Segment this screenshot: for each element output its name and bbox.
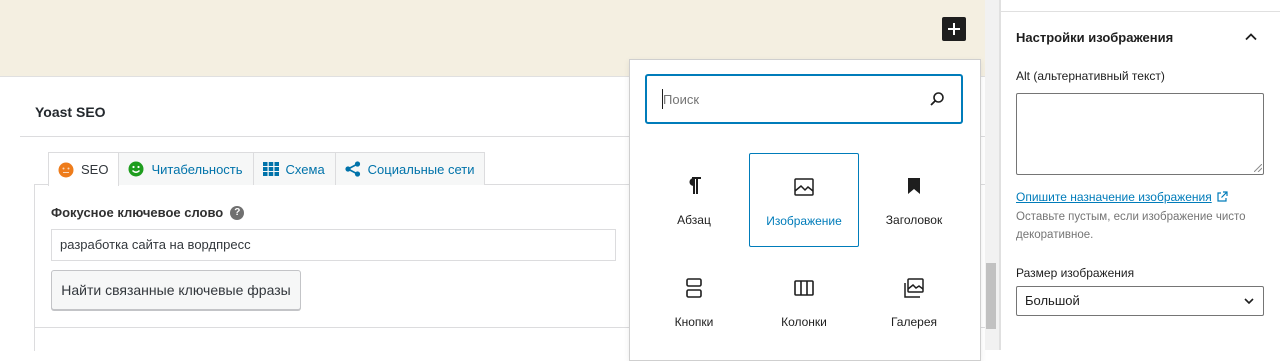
alt-text-label: Alt (альтернативный текст) xyxy=(1016,69,1165,83)
block-label: Заголовок xyxy=(885,213,943,227)
yoast-tabs: SEO Читабельность Схема Социальные сети xyxy=(48,152,486,186)
block-label: Галерея xyxy=(890,315,938,329)
columns-icon xyxy=(794,277,814,299)
block-paragraph[interactable]: Абзац xyxy=(639,153,749,247)
scrollbar-thumb[interactable] xyxy=(986,263,996,329)
paragraph-icon xyxy=(685,175,703,197)
grid-icon xyxy=(262,161,279,177)
block-image[interactable]: Изображение xyxy=(749,153,859,247)
block-heading[interactable]: Заголовок xyxy=(859,153,969,247)
block-label: Кнопки xyxy=(674,315,714,329)
block-buttons[interactable]: Кнопки xyxy=(639,255,749,349)
search-icon xyxy=(930,92,944,106)
block-search-field[interactable] xyxy=(645,74,963,124)
tab-schema[interactable]: Схема xyxy=(252,152,336,185)
help-icon[interactable]: ? xyxy=(230,205,245,220)
smiley-icon xyxy=(128,161,144,177)
alt-text-field[interactable] xyxy=(1016,93,1264,175)
block-label: Изображение xyxy=(766,214,842,228)
block-columns[interactable]: Колонки xyxy=(749,255,859,349)
describe-image-link-text[interactable]: Опишите назначение изображения xyxy=(1016,190,1212,204)
tab-seo[interactable]: SEO xyxy=(48,152,120,186)
focus-keyword-input[interactable]: разработка сайта на вордпресс xyxy=(51,229,616,261)
chevron-up-icon[interactable] xyxy=(1243,29,1259,45)
buttons-icon xyxy=(686,277,702,299)
focus-keyword-label: Фокусное ключевое слово ? xyxy=(51,205,245,220)
image-settings-title[interactable]: Настройки изображения xyxy=(1016,30,1173,45)
tab-social-label: Социальные сети xyxy=(367,161,475,177)
focus-keyword-label-text: Фокусное ключевое слово xyxy=(51,205,224,220)
find-related-keyphrases-button[interactable]: Найти связанные ключевые фразы xyxy=(51,270,301,310)
image-size-label: Размер изображения xyxy=(1016,266,1135,280)
tab-seo-label: SEO xyxy=(81,162,109,177)
tab-social[interactable]: Социальные сети xyxy=(334,152,486,185)
resize-handle-icon[interactable] xyxy=(1254,164,1262,172)
external-link-icon xyxy=(1217,191,1228,202)
divider xyxy=(1000,11,1280,12)
plus-icon xyxy=(948,23,960,35)
tab-readability[interactable]: Читабельность xyxy=(118,152,254,185)
block-gallery[interactable]: Галерея xyxy=(859,255,969,349)
image-size-value: Большой xyxy=(1025,293,1080,308)
seo-score-icon xyxy=(58,162,74,178)
tab-readability-label: Читабельность xyxy=(151,161,243,177)
image-icon xyxy=(794,176,814,198)
tab-schema-label: Схема xyxy=(285,161,325,177)
block-label: Абзац xyxy=(677,213,711,227)
yoast-panel-title[interactable]: Yoast SEO xyxy=(35,104,106,120)
bookmark-icon xyxy=(907,175,921,197)
block-label: Колонки xyxy=(781,315,827,329)
add-block-button[interactable] xyxy=(942,17,966,41)
chevron-down-icon xyxy=(1244,298,1254,305)
image-size-select[interactable]: Большой xyxy=(1016,286,1264,316)
describe-image-link[interactable]: Опишите назначение изображения xyxy=(1016,190,1228,204)
block-inserter-popover: Абзац Изображение Заголовок Кнопки Колон… xyxy=(629,59,981,361)
gallery-icon xyxy=(904,277,924,299)
share-icon xyxy=(345,161,361,177)
block-search-input[interactable] xyxy=(663,76,923,122)
alt-text-help: Оставьте пустым, если изображение чисто … xyxy=(1016,211,1246,241)
